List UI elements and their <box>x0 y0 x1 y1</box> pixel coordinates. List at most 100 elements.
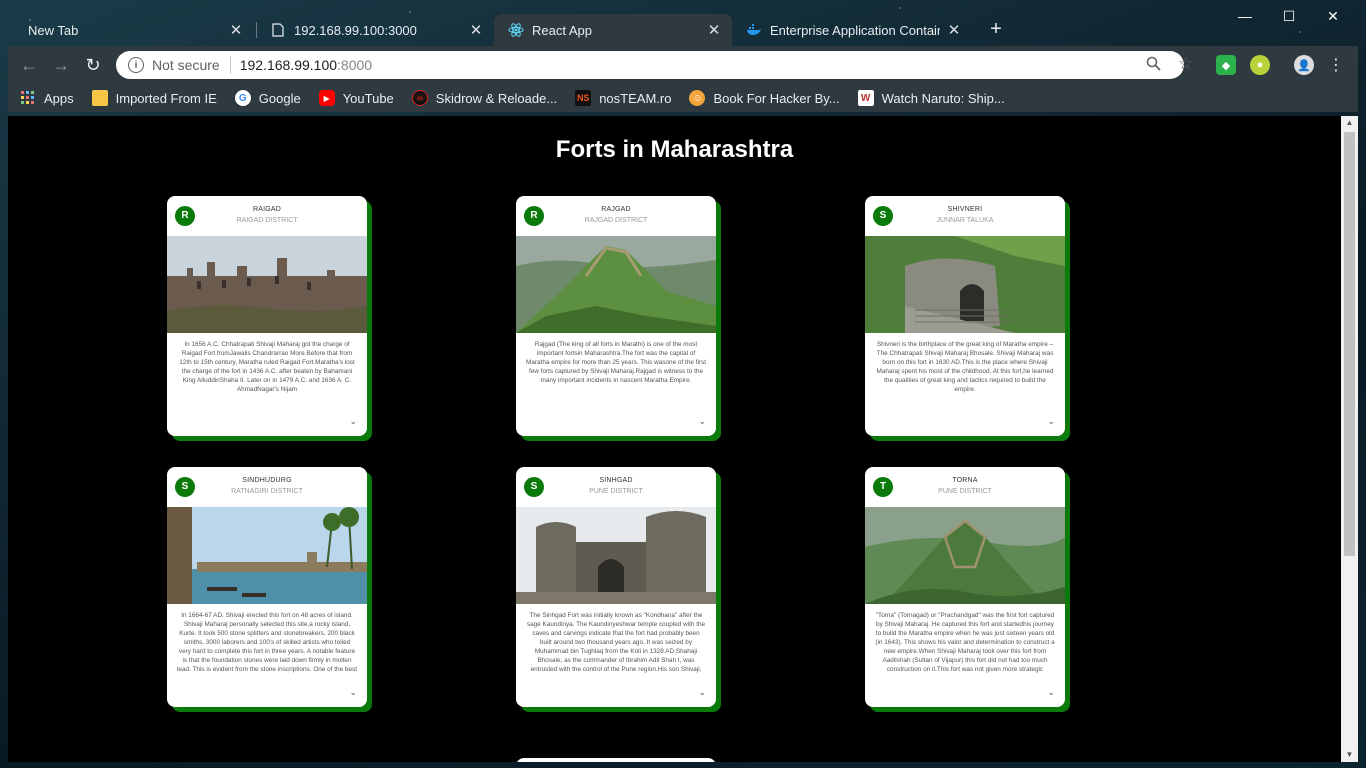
card-subtitle: JUNNAR TALUKA <box>936 217 994 224</box>
tab-title: New Tab <box>28 22 79 38</box>
sea-fort-photo <box>167 507 367 604</box>
zoom-icon[interactable] <box>1146 56 1161 75</box>
expand-chevron-icon[interactable]: ⌄ <box>1047 687 1055 698</box>
card-title: SINHGAD <box>599 477 633 484</box>
info-icon[interactable]: i <box>128 57 144 73</box>
card-title: SHIVNERI <box>947 206 983 213</box>
bookmark-label: Watch Naruto: Ship... <box>881 90 1005 106</box>
card-subtitle: RAJGAD DISTRICT <box>584 217 648 224</box>
fort-card[interactable]: R RAIGAD RAIGAD DISTRICT In 1656 A.C. Ch… <box>167 196 372 441</box>
page-viewport: Forts in Maharashtra R RAIGAD RAIGAD DIS… <box>8 116 1358 762</box>
minimize-icon[interactable]: — <box>1222 4 1268 28</box>
scrollbar-thumb[interactable] <box>1344 132 1355 556</box>
card-body: T TORNA PUNE DISTRICT "Torna" (Tornagad)… <box>865 467 1065 707</box>
scroll-down-arrow-icon[interactable]: ▼ <box>1341 748 1358 762</box>
expand-chevron-icon[interactable]: ⌄ <box>1047 416 1055 427</box>
extension-ball-icon[interactable]: ● <box>1250 55 1270 75</box>
bookmark-star-icon[interactable]: ☆ <box>1178 54 1193 74</box>
bookmarks-bar: Apps Imported From IE G Google ▶ YouTube… <box>8 84 1358 112</box>
bookmark-label: Apps <box>44 90 74 106</box>
new-tab-plus-icon[interactable]: + <box>986 18 1006 41</box>
card-title: SINDHUDURG <box>242 477 292 484</box>
w-icon: W <box>857 90 874 106</box>
card-subtitle: PUNE DISTRICT <box>589 488 643 495</box>
bookmark-google[interactable]: G Google <box>234 90 301 106</box>
bookmark-label: YouTube <box>342 90 394 106</box>
bookmark-imported-from-ie[interactable]: Imported From IE <box>91 90 217 106</box>
card-title: TORNA <box>952 477 978 484</box>
bookmark-skidrow[interactable]: ☠ Skidrow & Reloade... <box>411 90 558 106</box>
youtube-icon: ▶ <box>318 90 335 106</box>
bookmark-label: Imported From IE <box>115 90 217 106</box>
bookmark-label: nosTEAM.ro <box>599 90 672 106</box>
fort-card[interactable]: S SHIVNERI JUNNAR TALUKA Shivneri is the… <box>865 196 1070 441</box>
fort-card[interactable]: T TORNA PUNE DISTRICT "Torna" (Tornagad)… <box>865 467 1070 712</box>
bookmark-label: Skidrow & Reloade... <box>435 90 558 106</box>
close-tab-icon[interactable]: ✕ <box>468 21 484 39</box>
card-description: "Torna" (Tornagad) or "Prachandgad" was … <box>875 612 1055 673</box>
back-arrow-icon[interactable]: ← <box>14 50 44 80</box>
tab-new-tab[interactable]: New Tab ✕ <box>14 14 254 46</box>
tab-react-app[interactable]: React App ✕ <box>494 14 732 46</box>
card-body: R RAJGAD RAJGAD DISTRICT Rajgad (The kin… <box>516 196 716 436</box>
menu-kebab-icon[interactable]: ⋮ <box>1326 55 1346 75</box>
tab-enterprise-app[interactable]: Enterprise Application Container ✕ <box>732 14 972 46</box>
bookmark-watch-naruto[interactable]: W Watch Naruto: Ship... <box>857 90 1005 106</box>
bookmark-youtube[interactable]: ▶ YouTube <box>318 90 394 106</box>
card-title: RAIGAD <box>252 206 282 213</box>
address-bar[interactable]: i Not secure 192.168.99.100:8000 ☆ <box>116 51 1193 79</box>
react-icon <box>508 22 524 38</box>
expand-chevron-icon[interactable]: ⌄ <box>349 687 357 698</box>
card-description: In 1664-67 AD, Shivaji erected this fort… <box>177 612 357 673</box>
url-port: :8000 <box>337 57 373 73</box>
close-window-icon[interactable]: ✕ <box>1310 4 1356 28</box>
expand-chevron-icon[interactable]: ⌄ <box>698 416 706 427</box>
bookmark-nosteam[interactable]: NS nosTEAM.ro <box>575 90 671 106</box>
card-body: S SINHGAD PUNE DISTRICT The Sinhgad Fort… <box>516 467 716 707</box>
fort-card[interactable]: S SINDHUDURG RATNAGIRI DISTRICT In 1664-… <box>167 467 372 712</box>
scroll-up-arrow-icon[interactable]: ▲ <box>1341 116 1358 130</box>
expand-chevron-icon[interactable]: ⌄ <box>698 687 706 698</box>
profile-avatar-icon[interactable]: 👤 <box>1294 55 1314 75</box>
fort-card[interactable]: R RAJGAD RAJGAD DISTRICT Rajgad (The kin… <box>516 196 721 441</box>
page-icon <box>270 22 286 38</box>
card-body: S SHIVNERI JUNNAR TALUKA Shivneri is the… <box>865 196 1065 436</box>
page-scrollbar[interactable]: ▲ ▼ <box>1341 116 1358 762</box>
bookmark-book-for-hacker[interactable]: ☺ Book For Hacker By... <box>689 90 840 106</box>
close-tab-icon[interactable]: ✕ <box>946 21 962 39</box>
docker-icon <box>746 22 762 38</box>
maximize-icon[interactable]: ☐ <box>1266 4 1312 28</box>
book-icon: ☺ <box>689 90 706 106</box>
tab-title: 192.168.99.100:3000 <box>294 22 417 38</box>
nosteam-icon: NS <box>575 90 592 106</box>
browser-toolbar: ← → ↻ i Not secure 192.168.99.100:8000 ☆… <box>8 46 1358 84</box>
fort-ruins-photo <box>167 236 367 333</box>
card-subtitle: RATNAGIRI DISTRICT <box>231 488 303 495</box>
skidrow-icon: ☠ <box>411 90 428 106</box>
card-description: In 1656 A.C. Chhatrapati Shivaji Maharaj… <box>179 341 355 393</box>
green-hill-fort-photo <box>516 236 716 333</box>
bookmark-label: Google <box>258 90 301 106</box>
card-body: R RAIGAD RAIGAD DISTRICT In 1656 A.C. Ch… <box>167 196 367 436</box>
next-card-peek <box>516 758 716 762</box>
bookmark-apps[interactable]: Apps <box>20 90 74 106</box>
extension-shield-icon[interactable]: ◆ <box>1216 55 1236 75</box>
card-subtitle: PUNE DISTRICT <box>938 488 992 495</box>
fort-card[interactable]: S SINHGAD PUNE DISTRICT The Sinhgad Fort… <box>516 467 721 712</box>
stone-gateway-photo <box>865 236 1065 333</box>
hilltop-fort-photo <box>865 507 1065 604</box>
bookmark-label: Book For Hacker By... <box>713 90 840 106</box>
close-tab-icon[interactable]: ✕ <box>706 21 722 39</box>
card-description: Shivneri is the birthplace of the great … <box>876 341 1054 393</box>
card-body: S SINDHUDURG RATNAGIRI DISTRICT In 1664-… <box>167 467 367 707</box>
forward-arrow-icon[interactable]: → <box>46 50 76 80</box>
card-subtitle: RAIGAD DISTRICT <box>236 217 298 224</box>
reload-icon[interactable]: ↻ <box>78 50 108 80</box>
card-title: RAJGAD <box>601 206 631 213</box>
divider <box>229 56 231 74</box>
card-description: The Sinhgad Fort was initially known as … <box>526 612 706 673</box>
security-label: Not secure <box>152 57 220 73</box>
expand-chevron-icon[interactable]: ⌄ <box>349 416 357 427</box>
tab-local-3000[interactable]: 192.168.99.100:3000 ✕ <box>256 14 494 46</box>
close-tab-icon[interactable]: ✕ <box>228 21 244 39</box>
